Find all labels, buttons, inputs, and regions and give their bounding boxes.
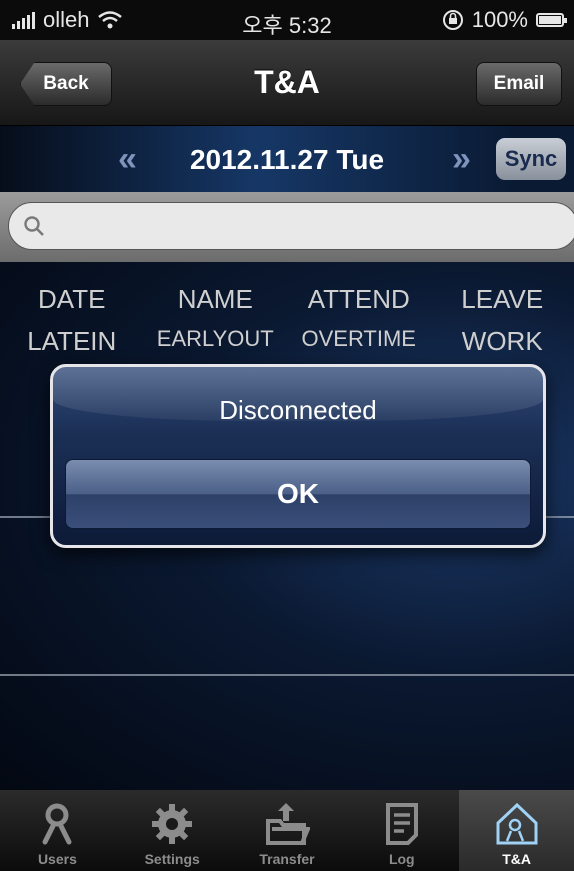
- alert-dialog: Disconnected OK: [50, 364, 546, 548]
- status-bar: olleh 오후 5:32 100%: [0, 0, 574, 40]
- home-user-icon: [490, 799, 544, 849]
- current-date: 2012.11.27 Tue: [189, 144, 385, 175]
- search-bar: [0, 192, 574, 262]
- row-divider: [0, 674, 574, 676]
- col-overtime: OVERTIME: [301, 326, 416, 351]
- tab-log[interactable]: Log: [344, 790, 459, 871]
- tab-label: Users: [37, 851, 77, 867]
- tab-label: Log: [388, 851, 415, 867]
- col-attend: ATTEND: [307, 284, 410, 314]
- user-icon: [30, 799, 84, 849]
- search-icon: [24, 216, 44, 236]
- status-right: 100%: [442, 0, 567, 40]
- tab-bar: Users Settings Transfer Log T&A: [0, 790, 574, 871]
- col-earlyout: EARLYOUT: [156, 326, 274, 351]
- double-chevron-right-icon[interactable]: »: [452, 140, 471, 179]
- col-name: NAME: [177, 284, 253, 314]
- col-work: WORK: [461, 326, 543, 356]
- nav-bar: Back T&A Email: [0, 40, 574, 126]
- gear-icon: [145, 799, 199, 849]
- battery-icon: [536, 13, 567, 27]
- date-bar: « 2012.11.27 Tue » Sync: [0, 126, 574, 192]
- alert-title: Disconnected: [219, 395, 377, 425]
- tab-transfer[interactable]: Transfer: [230, 790, 345, 871]
- tab-users[interactable]: Users: [0, 790, 115, 871]
- document-icon: [375, 799, 429, 849]
- tab-ta[interactable]: T&A: [459, 790, 574, 871]
- tab-settings[interactable]: Settings: [115, 790, 230, 871]
- ok-button[interactable]: OK: [65, 459, 531, 529]
- col-leave: LEAVE: [461, 284, 544, 314]
- sync-button[interactable]: Sync: [496, 138, 566, 180]
- tab-label: T&A: [502, 851, 531, 867]
- search-input[interactable]: [8, 202, 574, 250]
- col-latein: LATEIN: [27, 326, 117, 356]
- table-header-row-2: LATEIN EARLYOUT OVERTIME WORK: [0, 326, 574, 357]
- tab-label: Transfer: [259, 851, 315, 867]
- battery-percent: 100%: [471, 7, 528, 32]
- email-button[interactable]: Email: [476, 62, 562, 106]
- folder-transfer-icon: [260, 799, 314, 849]
- tab-label: Settings: [144, 851, 200, 867]
- table-header-row-1: DATE NAME ATTEND LEAVE: [0, 284, 574, 315]
- rotation-lock-icon: [442, 10, 463, 30]
- col-date: DATE: [38, 284, 106, 314]
